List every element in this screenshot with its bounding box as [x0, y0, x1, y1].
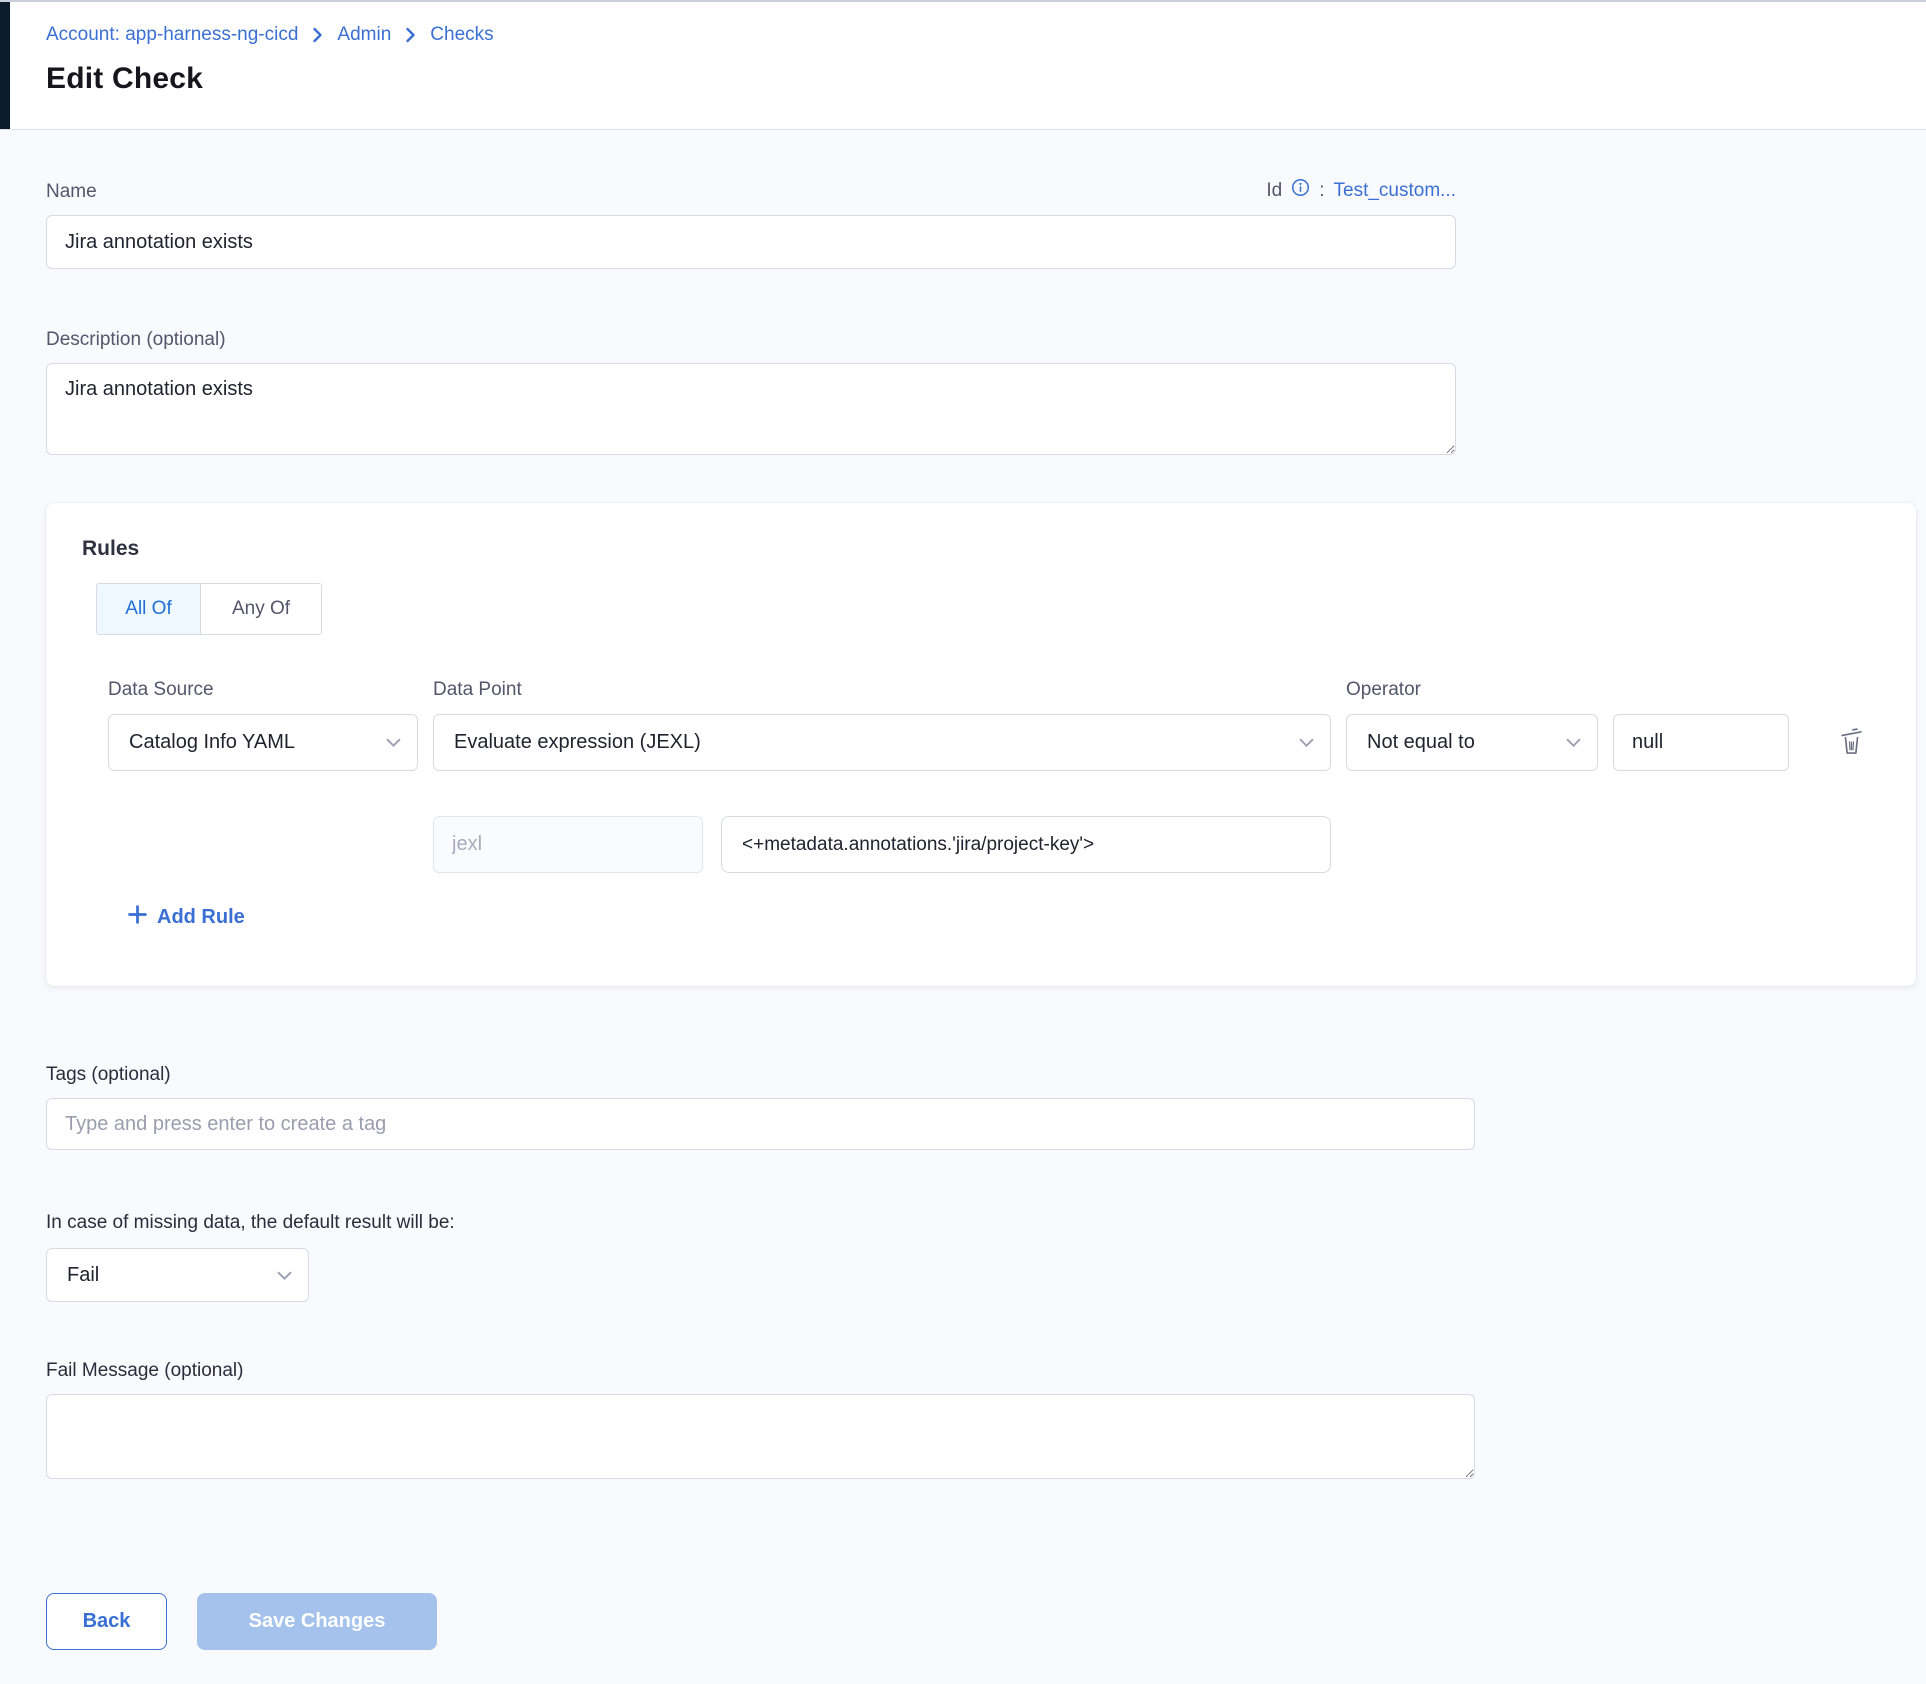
- fail-message-label: Fail Message (optional): [46, 1360, 1926, 1382]
- name-label: Name: [46, 181, 97, 203]
- add-rule-label: Add Rule: [157, 906, 245, 929]
- data-point-value: Evaluate expression (JEXL): [454, 731, 701, 754]
- id-label: Id: [1266, 180, 1282, 202]
- breadcrumb-admin-link[interactable]: Admin: [337, 24, 391, 46]
- chevron-right-icon: [405, 27, 416, 43]
- form-actions: Back Save Changes: [46, 1593, 1926, 1650]
- page-header: Account: app-harness-ng-cicd Admin Check…: [0, 2, 1926, 130]
- fail-message-textarea[interactable]: [46, 1394, 1475, 1479]
- chevron-down-icon: [277, 1264, 292, 1287]
- data-source-select[interactable]: Catalog Info YAML: [108, 714, 418, 771]
- check-id-row: Id : Test_custom...: [1266, 178, 1456, 203]
- chevron-down-icon: [1299, 731, 1314, 754]
- breadcrumb: Account: app-harness-ng-cicd Admin Check…: [46, 24, 1926, 46]
- operator-value: Not equal to: [1367, 731, 1475, 754]
- all-of-toggle-button[interactable]: All Of: [97, 584, 201, 634]
- description-label: Description (optional): [46, 329, 1926, 351]
- rules-card: Rules All Of Any Of Data Source Data Poi…: [46, 503, 1916, 986]
- description-textarea[interactable]: Jira annotation exists: [46, 363, 1456, 455]
- add-rule-button[interactable]: Add Rule: [128, 905, 245, 930]
- missing-data-label: In case of missing data, the default res…: [46, 1212, 1926, 1234]
- rules-heading: Rules: [82, 537, 1880, 561]
- back-button[interactable]: Back: [46, 1593, 167, 1650]
- default-result-value: Fail: [67, 1264, 99, 1287]
- id-separator: :: [1319, 180, 1324, 202]
- default-result-select[interactable]: Fail: [46, 1248, 309, 1302]
- edit-check-form: Name Id : Test_custom... Description (op…: [0, 178, 1926, 1650]
- chevron-down-icon: [1566, 731, 1581, 754]
- trash-icon: [1838, 744, 1865, 759]
- rule-row: Data Source Data Point Operator Catalog …: [108, 679, 1880, 873]
- chevron-right-icon: [312, 27, 323, 43]
- breadcrumb-checks-link[interactable]: Checks: [430, 24, 493, 46]
- name-input[interactable]: [46, 215, 1456, 269]
- data-source-value: Catalog Info YAML: [129, 731, 295, 754]
- plus-icon: [128, 905, 147, 930]
- data-source-label: Data Source: [108, 679, 418, 701]
- info-icon[interactable]: [1291, 178, 1310, 203]
- collapsed-nav-strip: [0, 2, 10, 129]
- operator-select[interactable]: Not equal to: [1346, 714, 1598, 771]
- any-of-toggle-button[interactable]: Any Of: [201, 584, 321, 634]
- tags-input[interactable]: [46, 1098, 1475, 1150]
- delete-rule-button[interactable]: [1834, 723, 1869, 763]
- jexl-type-input[interactable]: [433, 816, 703, 873]
- data-point-label: Data Point: [433, 679, 1331, 701]
- page-title: Edit Check: [46, 62, 1926, 96]
- rule-value-input[interactable]: [1613, 714, 1789, 771]
- expression-row: [433, 816, 1331, 873]
- tags-label: Tags (optional): [46, 1064, 1926, 1086]
- jexl-expression-input[interactable]: [721, 816, 1331, 873]
- chevron-down-icon: [386, 731, 401, 754]
- data-point-select[interactable]: Evaluate expression (JEXL): [433, 714, 1331, 771]
- check-id-link[interactable]: Test_custom...: [1334, 180, 1457, 202]
- save-changes-button[interactable]: Save Changes: [197, 1593, 437, 1650]
- operator-label: Operator: [1346, 679, 1598, 701]
- breadcrumb-account-link[interactable]: Account: app-harness-ng-cicd: [46, 24, 298, 46]
- rules-match-toggle: All Of Any Of: [96, 583, 322, 635]
